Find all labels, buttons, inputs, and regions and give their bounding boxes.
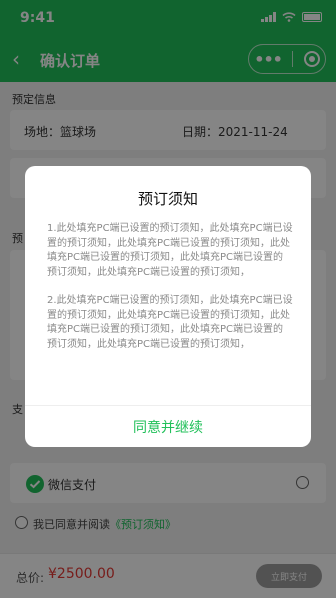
- notice-paragraph-2: 2.此处填充PC端已设置的预订须知，此处填充PC端已设置的预订须知，此处填充PC…: [47, 295, 293, 350]
- booking-notice-dialog: 预订须知 1.此处填充PC端已设置的预订须知，此处填充PC端已设置的预订须知，此…: [25, 166, 311, 447]
- dialog-title: 预订须知: [137, 190, 198, 208]
- agree-continue-button[interactable]: 同意并继续: [25, 406, 311, 447]
- dialog-body: 1.此处填充PC端已设置的预订须知，此处填充PC端已设置的预订须知，此处填充PC…: [47, 222, 293, 366]
- notice-paragraph-1: 1.此处填充PC端已设置的预订须知，此处填充PC端已设置的预订须知，此处填充PC…: [47, 223, 293, 278]
